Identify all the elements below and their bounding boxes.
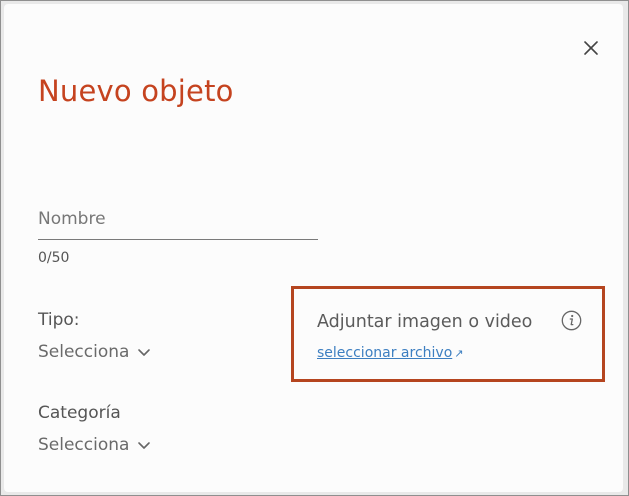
attachment-highlight-box	[291, 286, 605, 382]
close-icon[interactable]	[580, 37, 602, 59]
category-label: Categoría	[38, 403, 121, 423]
type-select-value: Selecciona	[38, 342, 130, 362]
type-select[interactable]: Selecciona	[38, 342, 151, 362]
window-frame: Nuevo objeto 0/50 Tipo: Selecciona Categ…	[0, 0, 629, 496]
category-select-value: Selecciona	[38, 435, 130, 455]
name-char-counter: 0/50	[38, 250, 70, 266]
chevron-down-icon	[138, 349, 151, 356]
dialog-title: Nuevo objeto	[38, 74, 234, 108]
external-link-icon: ↗	[454, 347, 464, 360]
attachment-label: Adjuntar imagen o video	[317, 312, 533, 332]
type-label: Tipo:	[38, 310, 80, 330]
new-object-dialog: Nuevo objeto 0/50 Tipo: Selecciona Categ…	[4, 4, 623, 492]
select-file-link[interactable]: seleccionar archivo ↗	[317, 345, 463, 361]
chevron-down-icon	[138, 442, 151, 449]
select-file-link-label: seleccionar archivo	[317, 345, 453, 361]
name-input[interactable]	[38, 198, 318, 240]
info-icon[interactable]	[561, 310, 582, 331]
category-select[interactable]: Selecciona	[38, 435, 151, 455]
